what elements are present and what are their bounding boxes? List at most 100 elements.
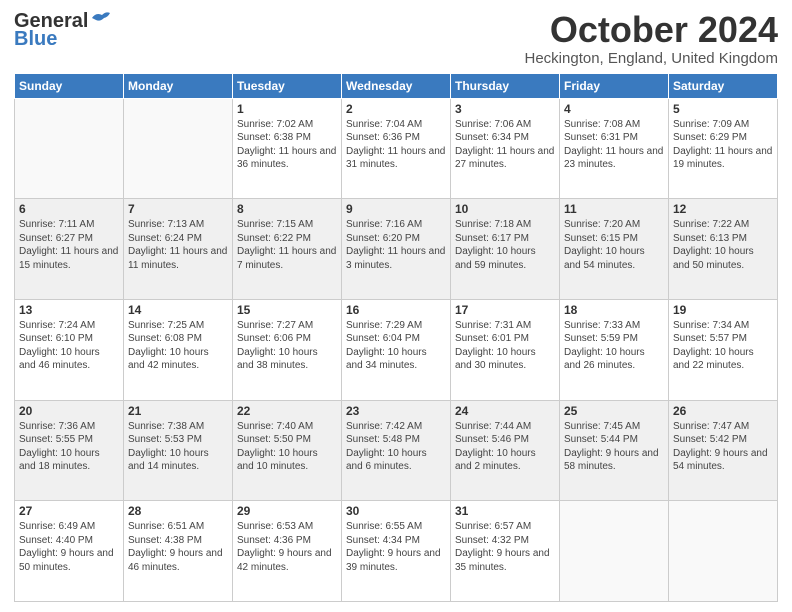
calendar-cell: 22Sunrise: 7:40 AMSunset: 5:50 PMDayligh… — [233, 400, 342, 501]
day-number: 26 — [673, 404, 773, 418]
calendar-week-row: 27 Sunrise: 6:49 AMSunset: 4:40 PMDayligh… — [15, 501, 778, 602]
calendar-cell: 26 Sunrise: 7:47 AMSunset: 5:42 PMDayligh… — [669, 400, 778, 501]
day-number: 16 — [346, 303, 446, 317]
calendar-cell — [669, 501, 778, 602]
day-number: 30 — [346, 504, 446, 518]
day-info: Sunrise: 7:27 AMSunset: 6:06 PMDaylight:… — [237, 319, 337, 373]
calendar-week-row: 13Sunrise: 7:24 AMSunset: 6:10 PMDayligh… — [15, 299, 778, 400]
day-info: Sunrise: 7:44 AMSunset: 5:46 PMDaylight:… — [455, 420, 555, 474]
calendar-cell: 20 Sunrise: 7:36 AMSunset: 5:55 PMDayligh… — [15, 400, 124, 501]
day-info: Sunrise: 7:33 AMSunset: 5:59 PMDaylight:… — [564, 319, 664, 373]
day-info: Sunrise: 7:20 AMSunset: 6:15 PMDaylight:… — [564, 218, 664, 272]
day-info: Sunrise: 7:15 AMSunset: 6:22 PMDaylight:… — [237, 218, 337, 272]
day-info: Sunrise: 7:18 AMSunset: 6:17 PMDaylight:… — [455, 218, 555, 272]
day-info: Sunrise: 7:02 AMSunset: 6:38 PMDaylight:… — [237, 118, 337, 172]
day-number: 11 — [564, 202, 664, 216]
day-info: Sunrise: 6:57 AMSunset: 4:32 PMDaylight:… — [455, 520, 555, 574]
day-info: Sunrise: 7:24 AMSunset: 6:10 PMDaylight:… — [19, 319, 119, 373]
day-number: 2 — [346, 102, 446, 116]
calendar-cell: 16 Sunrise: 7:29 AMSunset: 6:04 PMDayligh… — [342, 299, 451, 400]
day-number: 28 — [128, 504, 228, 518]
day-number: 3 — [455, 102, 555, 116]
day-number: 1 — [237, 102, 337, 116]
day-header-friday: Friday — [560, 73, 669, 98]
day-number: 21 — [128, 404, 228, 418]
day-info: Sunrise: 7:29 AMSunset: 6:04 PMDaylight:… — [346, 319, 446, 373]
calendar-table: SundayMondayTuesdayWednesdayThursdayFrid… — [14, 73, 778, 602]
calendar-week-row: 20 Sunrise: 7:36 AMSunset: 5:55 PMDayligh… — [15, 400, 778, 501]
day-header-tuesday: Tuesday — [233, 73, 342, 98]
calendar-week-row: 1 Sunrise: 7:02 AMSunset: 6:38 PMDaylight… — [15, 98, 778, 199]
calendar-cell: 31 Sunrise: 6:57 AMSunset: 4:32 PMDayligh… — [451, 501, 560, 602]
day-number: 31 — [455, 504, 555, 518]
calendar-cell: 9 Sunrise: 7:16 AMSunset: 6:20 PMDaylight… — [342, 199, 451, 300]
day-number: 27 — [19, 504, 119, 518]
day-info: Sunrise: 7:34 AMSunset: 5:57 PMDaylight:… — [673, 319, 773, 373]
calendar-cell: 6Sunrise: 7:11 AMSunset: 6:27 PMDaylight… — [15, 199, 124, 300]
day-info: Sunrise: 6:49 AMSunset: 4:40 PMDaylight:… — [19, 520, 119, 574]
day-number: 20 — [19, 404, 119, 418]
calendar-header-row: SundayMondayTuesdayWednesdayThursdayFrid… — [15, 73, 778, 98]
day-number: 6 — [19, 202, 119, 216]
page: General Blue October 2024 Heckington, En… — [0, 0, 792, 612]
day-info: Sunrise: 7:47 AMSunset: 5:42 PMDaylight:… — [673, 420, 773, 474]
logo-bird-icon — [90, 10, 112, 28]
calendar-cell: 2 Sunrise: 7:04 AMSunset: 6:36 PMDaylight… — [342, 98, 451, 199]
calendar-cell: 18 Sunrise: 7:33 AMSunset: 5:59 PMDayligh… — [560, 299, 669, 400]
calendar-cell: 28 Sunrise: 6:51 AMSunset: 4:38 PMDayligh… — [124, 501, 233, 602]
calendar-cell — [124, 98, 233, 199]
calendar-cell — [15, 98, 124, 199]
location: Heckington, England, United Kingdom — [525, 50, 779, 67]
day-info: Sunrise: 7:04 AMSunset: 6:36 PMDaylight:… — [346, 118, 446, 172]
day-number: 14 — [128, 303, 228, 317]
calendar-cell: 3Sunrise: 7:06 AMSunset: 6:34 PMDaylight… — [451, 98, 560, 199]
day-info: Sunrise: 7:16 AMSunset: 6:20 PMDaylight:… — [346, 218, 446, 272]
calendar-cell: 1 Sunrise: 7:02 AMSunset: 6:38 PMDaylight… — [233, 98, 342, 199]
day-info: Sunrise: 7:13 AMSunset: 6:24 PMDaylight:… — [128, 218, 228, 272]
day-info: Sunrise: 7:31 AMSunset: 6:01 PMDaylight:… — [455, 319, 555, 373]
day-number: 25 — [564, 404, 664, 418]
day-header-saturday: Saturday — [669, 73, 778, 98]
calendar-cell: 4Sunrise: 7:08 AMSunset: 6:31 PMDaylight… — [560, 98, 669, 199]
calendar-cell: 21 Sunrise: 7:38 AMSunset: 5:53 PMDayligh… — [124, 400, 233, 501]
day-number: 10 — [455, 202, 555, 216]
day-info: Sunrise: 7:36 AMSunset: 5:55 PMDaylight:… — [19, 420, 119, 474]
calendar-cell: 8Sunrise: 7:15 AMSunset: 6:22 PMDaylight… — [233, 199, 342, 300]
day-info: Sunrise: 7:08 AMSunset: 6:31 PMDaylight:… — [564, 118, 664, 172]
day-info: Sunrise: 7:45 AMSunset: 5:44 PMDaylight:… — [564, 420, 664, 474]
day-info: Sunrise: 7:42 AMSunset: 5:48 PMDaylight:… — [346, 420, 446, 474]
calendar-cell — [560, 501, 669, 602]
day-info: Sunrise: 6:51 AMSunset: 4:38 PMDaylight:… — [128, 520, 228, 574]
calendar-cell: 12Sunrise: 7:22 AMSunset: 6:13 PMDayligh… — [669, 199, 778, 300]
day-number: 5 — [673, 102, 773, 116]
day-info: Sunrise: 6:55 AMSunset: 4:34 PMDaylight:… — [346, 520, 446, 574]
calendar-cell: 25 Sunrise: 7:45 AMSunset: 5:44 PMDayligh… — [560, 400, 669, 501]
calendar-cell: 15Sunrise: 7:27 AMSunset: 6:06 PMDayligh… — [233, 299, 342, 400]
header: General Blue October 2024 Heckington, En… — [14, 10, 778, 67]
day-info: Sunrise: 6:53 AMSunset: 4:36 PMDaylight:… — [237, 520, 337, 574]
calendar-cell: 10 Sunrise: 7:18 AMSunset: 6:17 PMDayligh… — [451, 199, 560, 300]
calendar-cell: 27 Sunrise: 6:49 AMSunset: 4:40 PMDayligh… — [15, 501, 124, 602]
month-title: October 2024 — [525, 10, 779, 50]
calendar-cell: 7 Sunrise: 7:13 AMSunset: 6:24 PMDaylight… — [124, 199, 233, 300]
day-number: 29 — [237, 504, 337, 518]
day-number: 23 — [346, 404, 446, 418]
calendar-cell: 29 Sunrise: 6:53 AMSunset: 4:36 PMDayligh… — [233, 501, 342, 602]
day-info: Sunrise: 7:40 AMSunset: 5:50 PMDaylight:… — [237, 420, 337, 474]
day-number: 18 — [564, 303, 664, 317]
day-info: Sunrise: 7:38 AMSunset: 5:53 PMDaylight:… — [128, 420, 228, 474]
day-info: Sunrise: 7:25 AMSunset: 6:08 PMDaylight:… — [128, 319, 228, 373]
day-number: 9 — [346, 202, 446, 216]
calendar-cell: 19 Sunrise: 7:34 AMSunset: 5:57 PMDayligh… — [669, 299, 778, 400]
day-number: 24 — [455, 404, 555, 418]
day-number: 19 — [673, 303, 773, 317]
calendar-cell: 5 Sunrise: 7:09 AMSunset: 6:29 PMDaylight… — [669, 98, 778, 199]
day-info: Sunrise: 7:09 AMSunset: 6:29 PMDaylight:… — [673, 118, 773, 172]
calendar-cell: 13Sunrise: 7:24 AMSunset: 6:10 PMDayligh… — [15, 299, 124, 400]
day-number: 7 — [128, 202, 228, 216]
day-header-monday: Monday — [124, 73, 233, 98]
calendar-cell: 17 Sunrise: 7:31 AMSunset: 6:01 PMDayligh… — [451, 299, 560, 400]
calendar-week-row: 6Sunrise: 7:11 AMSunset: 6:27 PMDaylight… — [15, 199, 778, 300]
day-number: 17 — [455, 303, 555, 317]
title-section: October 2024 Heckington, England, United… — [525, 10, 779, 67]
